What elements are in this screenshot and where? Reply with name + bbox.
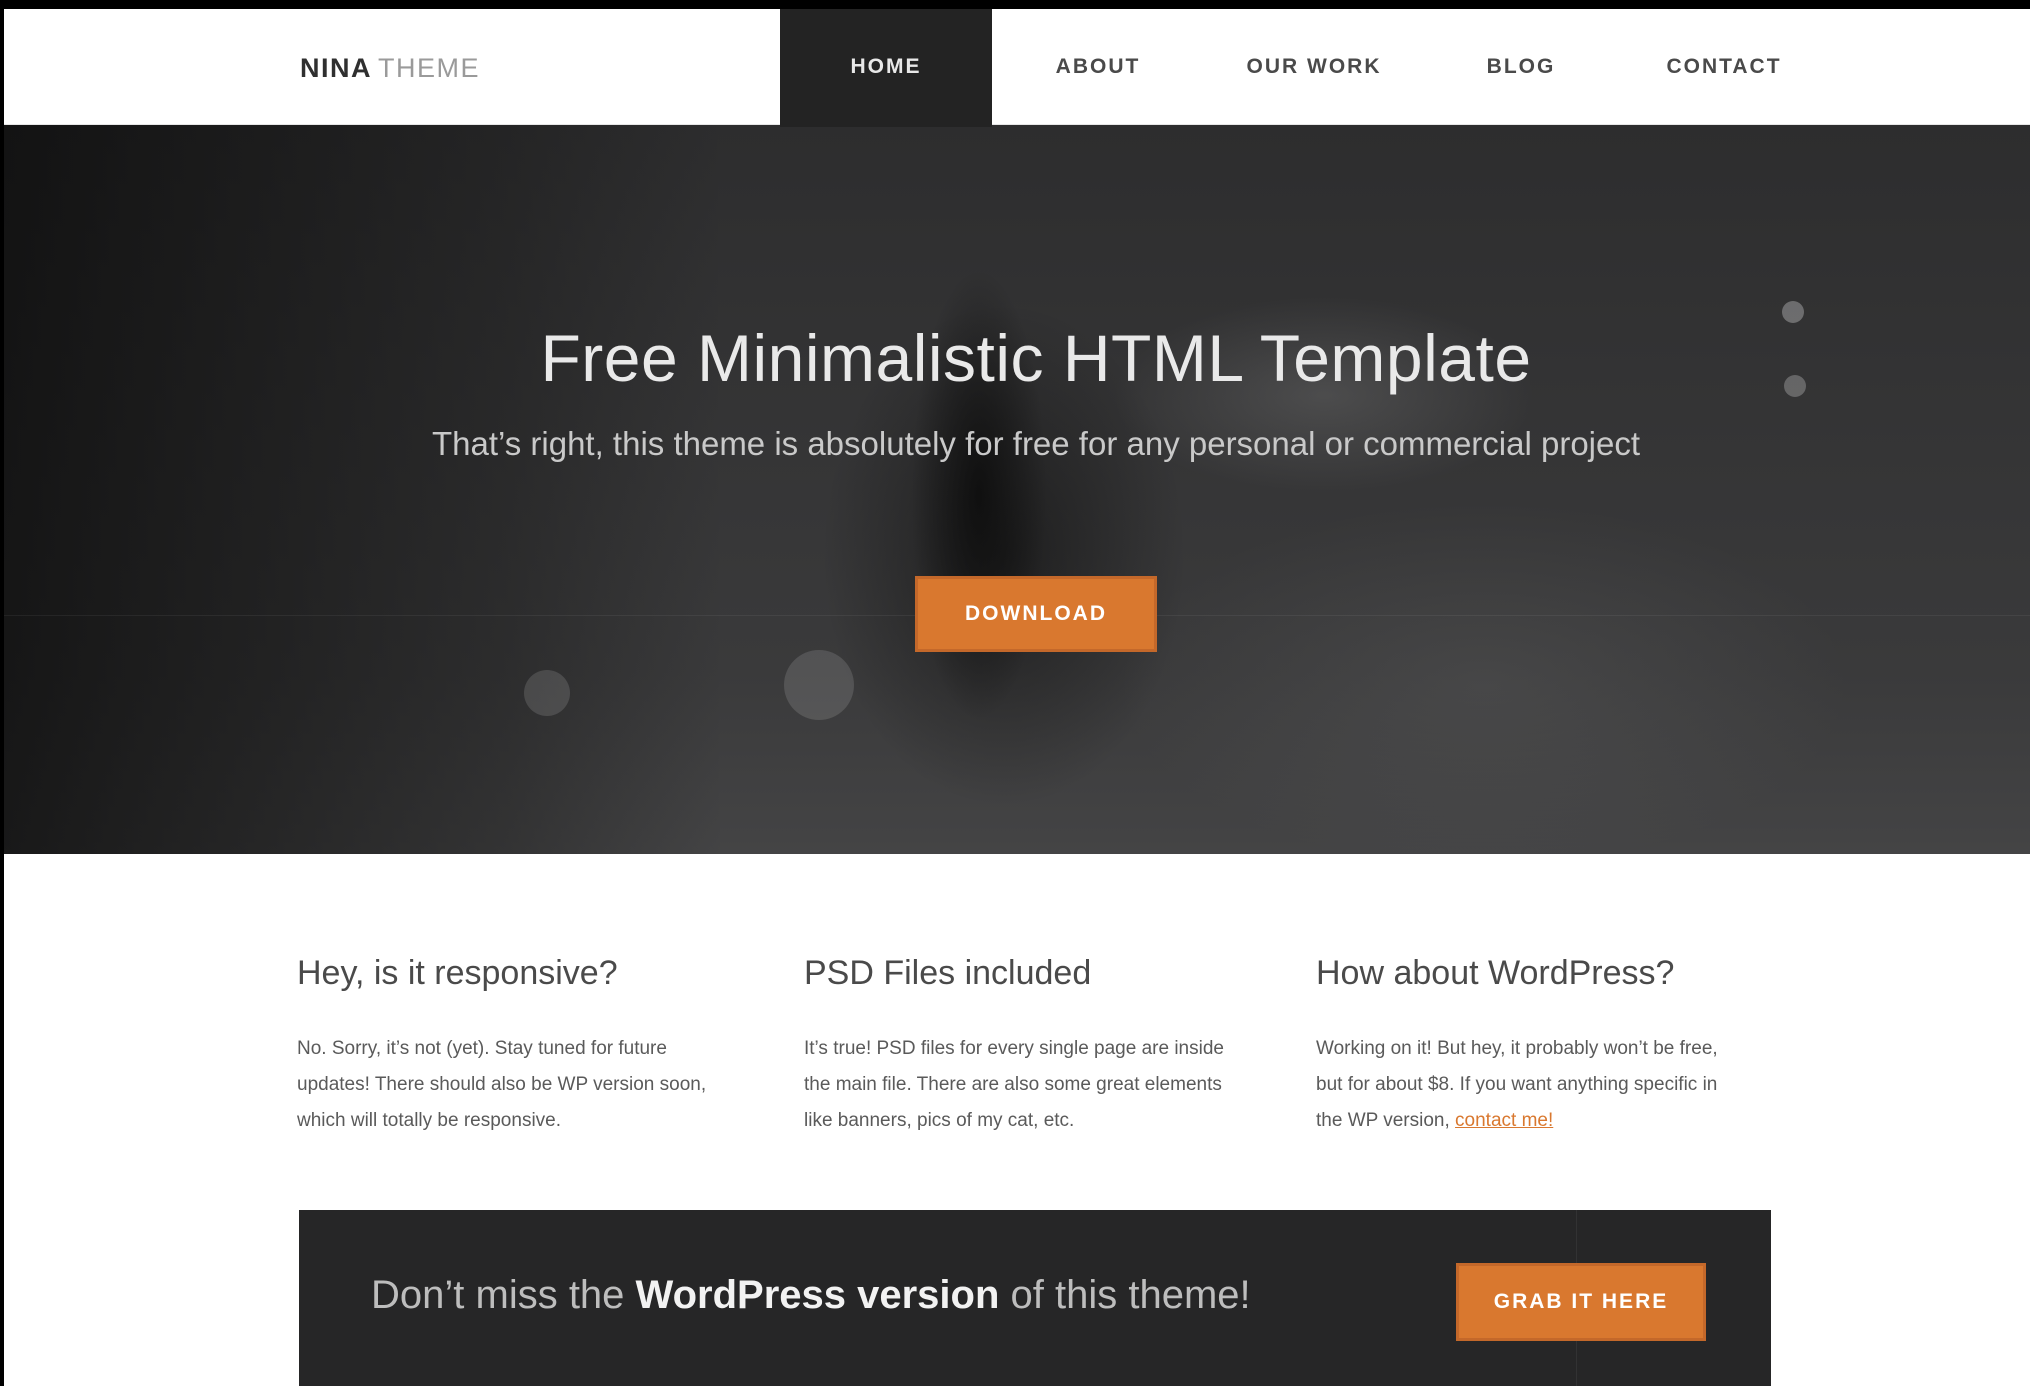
- feature-text-line: updates! There should also be WP version…: [297, 1074, 707, 1095]
- download-button[interactable]: DOWNLOAD: [915, 576, 1157, 652]
- nav-item-our-work[interactable]: OUR WORK: [1232, 9, 1396, 125]
- banner-text-before: Don’t miss the: [371, 1273, 625, 1317]
- feature-text-line: No. Sorry, it’s not (yet). Stay tuned fo…: [297, 1038, 667, 1059]
- grab-it-here-button[interactable]: GRAB IT HERE: [1456, 1263, 1706, 1341]
- main-nav: HOME ABOUT OUR WORK BLOG CONTACT: [4, 9, 2030, 127]
- wordpress-banner: Don’t miss the WordPress version of this…: [299, 1210, 1771, 1386]
- webpage: NINA THEME HOME ABOUT OUR WORK BLOG CONTA…: [4, 9, 2030, 1386]
- hero-bokeh-light: [524, 670, 570, 716]
- feature-description: It’s true! PSD files for every single pa…: [804, 1031, 1274, 1139]
- feature-description: No. Sorry, it’s not (yet). Stay tuned fo…: [297, 1031, 767, 1139]
- feature-psd-files: PSD Files included It’s true! PSD files …: [804, 954, 1274, 1139]
- feature-text-line: which will totally be responsive.: [297, 1110, 562, 1131]
- feature-title: PSD Files included: [804, 954, 1092, 992]
- nav-item-contact[interactable]: CONTACT: [1654, 9, 1794, 125]
- hero-bokeh-light: [784, 650, 854, 720]
- nav-item-blog[interactable]: BLOG: [1466, 9, 1576, 125]
- banner-text-after: of this theme!: [1010, 1273, 1251, 1317]
- hero-subtitle: That’s right, this theme is absolutely f…: [431, 425, 1641, 462]
- hero-background-figure: [884, 195, 1074, 795]
- feature-text-line: the main file. There are also some great…: [804, 1074, 1222, 1095]
- hero-section: Free Minimalistic HTML Template That’s r…: [4, 125, 2030, 854]
- hero-title: Free Minimalistic HTML Template: [540, 321, 1532, 395]
- nav-item-about[interactable]: ABOUT: [1006, 9, 1190, 125]
- feature-text-line: like banners, pics of my cat, etc.: [804, 1110, 1075, 1131]
- feature-wordpress: How about WordPress? Working on it! But …: [1316, 954, 1786, 1139]
- banner-text: Don’t miss the WordPress version of this…: [371, 1273, 1251, 1318]
- feature-description: Working on it! But hey, it probably won’…: [1316, 1031, 1786, 1139]
- site-header: NINA THEME HOME ABOUT OUR WORK BLOG CONTA…: [4, 9, 2030, 127]
- banner-text-strong: WordPress version: [635, 1273, 1000, 1317]
- contact-me-link[interactable]: contact me!: [1455, 1110, 1553, 1131]
- hero-background-shade: [4, 125, 724, 854]
- feature-title: Hey, is it responsive?: [297, 954, 618, 992]
- feature-text-line: Working on it! But hey, it probably won’…: [1316, 1038, 1718, 1059]
- feature-text-line: but for about $8. If you want anything s…: [1316, 1074, 1718, 1095]
- feature-text-line: It’s true! PSD files for every single pa…: [804, 1038, 1224, 1059]
- features-section: Hey, is it responsive? No. Sorry, it’s n…: [4, 854, 2030, 1214]
- nav-item-home[interactable]: HOME: [780, 9, 992, 127]
- feature-text-line: the WP version,: [1316, 1110, 1450, 1131]
- feature-responsive: Hey, is it responsive? No. Sorry, it’s n…: [297, 954, 767, 1139]
- feature-title: How about WordPress?: [1316, 954, 1675, 992]
